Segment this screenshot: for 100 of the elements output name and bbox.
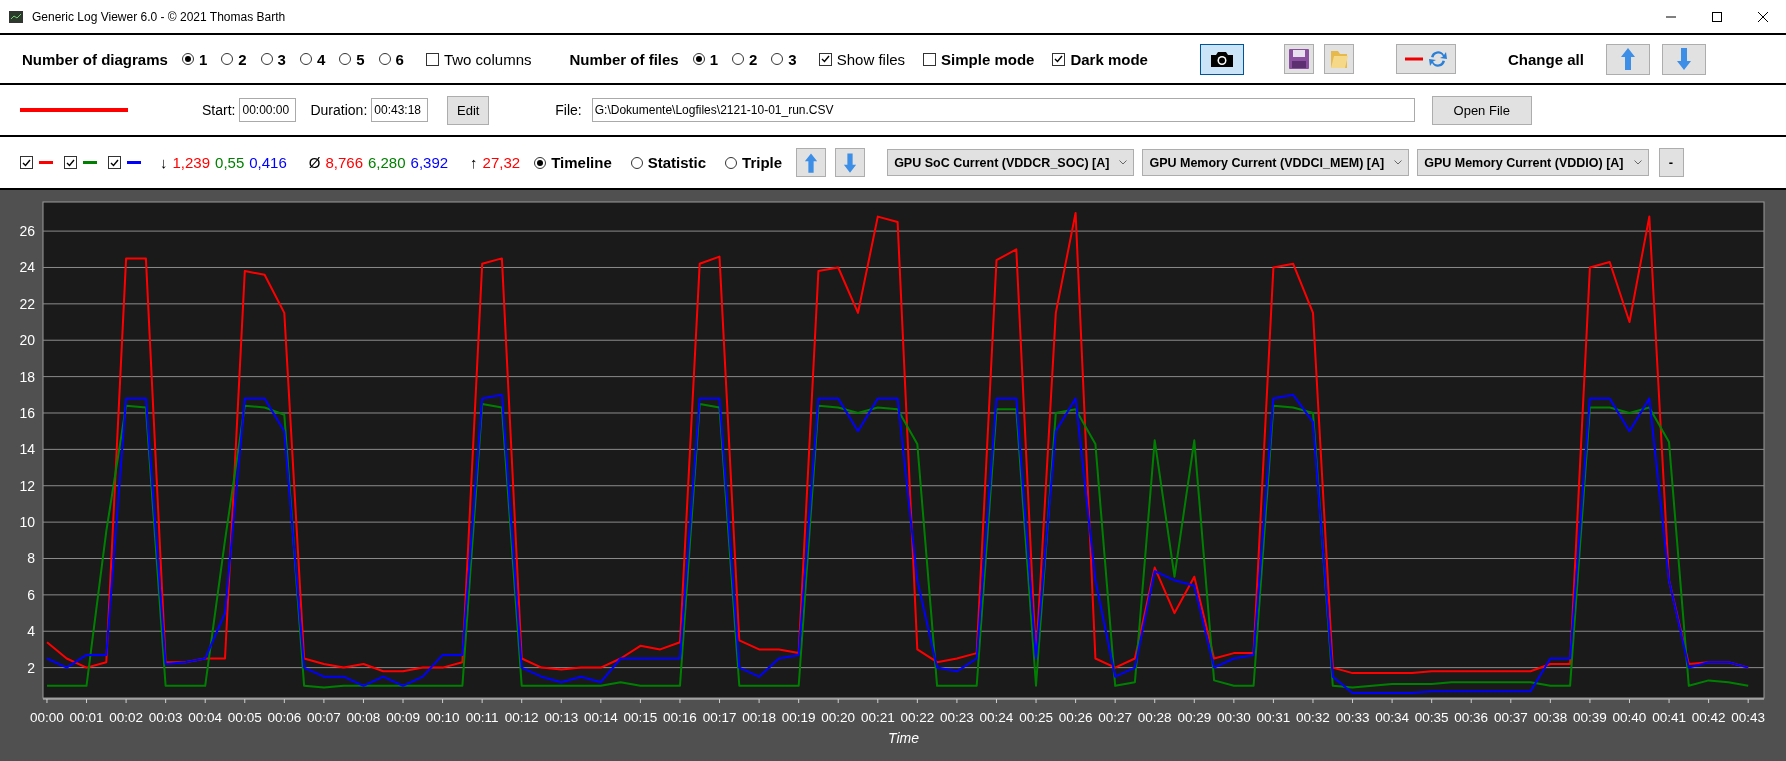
checkbox[interactable] bbox=[108, 156, 121, 169]
x-tick-label: 00:17 bbox=[702, 710, 737, 725]
view-mode-label: Triple bbox=[742, 154, 783, 171]
x-tick-label: 00:05 bbox=[227, 710, 262, 725]
stat-symbol: ↓ bbox=[160, 154, 168, 171]
x-tick-label: 00:25 bbox=[1019, 710, 1053, 725]
x-tick-label: 00:30 bbox=[1216, 710, 1251, 725]
checkbox[interactable] bbox=[818, 52, 832, 66]
checkbox[interactable] bbox=[20, 156, 33, 169]
chevron-down-icon bbox=[1633, 160, 1642, 165]
view-mode-label: Statistic bbox=[647, 154, 707, 171]
channel-dropdown[interactable]: GPU Memory Current (VDDIO) [A] bbox=[1417, 149, 1649, 176]
radio-label: 3 bbox=[788, 50, 797, 68]
x-tick-label: 00:10 bbox=[425, 710, 460, 725]
radio-button[interactable] bbox=[181, 53, 194, 65]
radio-button[interactable] bbox=[378, 53, 391, 65]
radio-button[interactable] bbox=[339, 53, 352, 65]
x-tick-label: 00:02 bbox=[109, 710, 143, 725]
x-tick-label: 00:19 bbox=[781, 710, 816, 725]
x-tick-label: 00:18 bbox=[742, 710, 776, 725]
radio-label: 1 bbox=[709, 50, 718, 68]
swap-color-button[interactable] bbox=[1395, 44, 1456, 74]
checkbox-label: Dark mode bbox=[1070, 50, 1148, 68]
x-tick-label: 00:11 bbox=[465, 710, 499, 725]
y-tick-label: 12 bbox=[19, 477, 35, 494]
move-up-button[interactable] bbox=[1605, 43, 1650, 75]
diagram-count-label: Number of diagrams bbox=[22, 50, 168, 68]
x-tick-label: 00:22 bbox=[900, 710, 935, 725]
checkbox[interactable] bbox=[1052, 52, 1066, 66]
checkmark-icon bbox=[110, 158, 119, 167]
arrow-down-icon bbox=[843, 151, 858, 174]
save-button[interactable] bbox=[1283, 44, 1314, 74]
stat-value: 0,416 bbox=[249, 154, 287, 171]
x-tick-label: 00:09 bbox=[386, 710, 420, 725]
line-color-swatch[interactable] bbox=[20, 108, 128, 112]
checkmark-icon bbox=[820, 55, 830, 63]
radio-button[interactable] bbox=[534, 156, 547, 169]
x-tick-label: 00:43 bbox=[1731, 710, 1766, 725]
window-title: Generic Log Viewer 6.0 - © 2021 Thomas Barth bbox=[32, 9, 286, 24]
x-tick-label: 00:37 bbox=[1493, 710, 1528, 725]
x-tick-label: 00:28 bbox=[1137, 710, 1172, 725]
open-file-button[interactable]: Open File bbox=[1431, 95, 1532, 125]
x-tick-label: 00:39 bbox=[1573, 710, 1607, 725]
channel-dropdown[interactable]: GPU Memory Current (VDDCI_MEM) [A] bbox=[1142, 149, 1410, 176]
x-tick-label: 00:07 bbox=[307, 710, 341, 725]
checkbox[interactable] bbox=[923, 52, 937, 66]
move-down-button[interactable] bbox=[1661, 43, 1706, 75]
y-tick-label: 6 bbox=[27, 586, 35, 603]
y-tick-label: 4 bbox=[27, 623, 35, 640]
remove-button[interactable]: - bbox=[1658, 148, 1684, 177]
start-label: Start: bbox=[202, 102, 236, 118]
start-time-field[interactable]: 00:00:00 bbox=[239, 98, 297, 122]
radio-label: 4 bbox=[316, 50, 326, 68]
x-tick-label: 00:13 bbox=[544, 710, 579, 725]
checkmark-icon bbox=[1054, 55, 1064, 63]
checkmark-icon bbox=[66, 158, 75, 167]
radio-button[interactable] bbox=[692, 53, 705, 65]
view-mode-label: Timeline bbox=[551, 154, 612, 171]
x-tick-label: 00:21 bbox=[860, 710, 895, 725]
close-icon[interactable] bbox=[1757, 10, 1769, 23]
y-tick-label: 24 bbox=[19, 259, 35, 276]
chevron-down-icon bbox=[1394, 160, 1403, 165]
radio-button[interactable] bbox=[725, 156, 738, 169]
radio-button[interactable] bbox=[630, 156, 643, 169]
line-refresh-icon bbox=[1402, 48, 1449, 70]
radio-button[interactable] bbox=[260, 53, 273, 65]
x-axis-title: Time bbox=[888, 730, 919, 746]
stat-value: 1,239 bbox=[172, 154, 211, 171]
y-tick-label: 8 bbox=[27, 550, 35, 567]
x-tick-label: 00:29 bbox=[1177, 710, 1212, 725]
radio-button[interactable] bbox=[732, 53, 744, 65]
x-tick-label: 00:01 bbox=[69, 710, 104, 725]
channel-dropdown[interactable]: GPU SoC Current (VDDCR_SOC) [A] bbox=[887, 149, 1135, 176]
maximize-icon[interactable] bbox=[1711, 10, 1723, 23]
move-down-button[interactable] bbox=[835, 148, 866, 177]
edit-button[interactable]: Edit bbox=[447, 95, 490, 125]
duration-field[interactable]: 00:43:18 bbox=[371, 98, 429, 122]
radio-button[interactable] bbox=[221, 53, 234, 65]
stat-value: 6,392 bbox=[410, 154, 449, 171]
move-up-button[interactable] bbox=[796, 148, 827, 177]
x-tick-label: 00:20 bbox=[821, 710, 856, 725]
checkbox[interactable] bbox=[64, 156, 77, 169]
file-path-field[interactable]: G:\Dokumente\Logfiles\2121-10-01_run.CSV bbox=[591, 98, 1415, 122]
arrow-up-icon bbox=[804, 151, 819, 174]
file-label: File: bbox=[555, 102, 582, 118]
x-tick-label: 00:06 bbox=[267, 710, 302, 725]
checkmark-icon bbox=[22, 158, 31, 167]
checkbox[interactable] bbox=[425, 52, 439, 66]
change-all-label: Change all bbox=[1507, 50, 1584, 68]
radio-label: 5 bbox=[356, 50, 365, 68]
radio-button[interactable] bbox=[299, 53, 312, 65]
screenshot-button[interactable] bbox=[1199, 43, 1244, 75]
radio-button[interactable] bbox=[771, 53, 784, 65]
checkbox-label: Simple mode bbox=[941, 50, 1035, 68]
x-tick-label: 00:42 bbox=[1691, 710, 1726, 725]
y-tick-label: 20 bbox=[19, 332, 35, 349]
x-tick-label: 00:16 bbox=[663, 710, 697, 725]
x-tick-label: 00:27 bbox=[1098, 710, 1133, 725]
radio-label: 3 bbox=[277, 50, 286, 68]
stat-value: 8,766 bbox=[325, 154, 363, 171]
